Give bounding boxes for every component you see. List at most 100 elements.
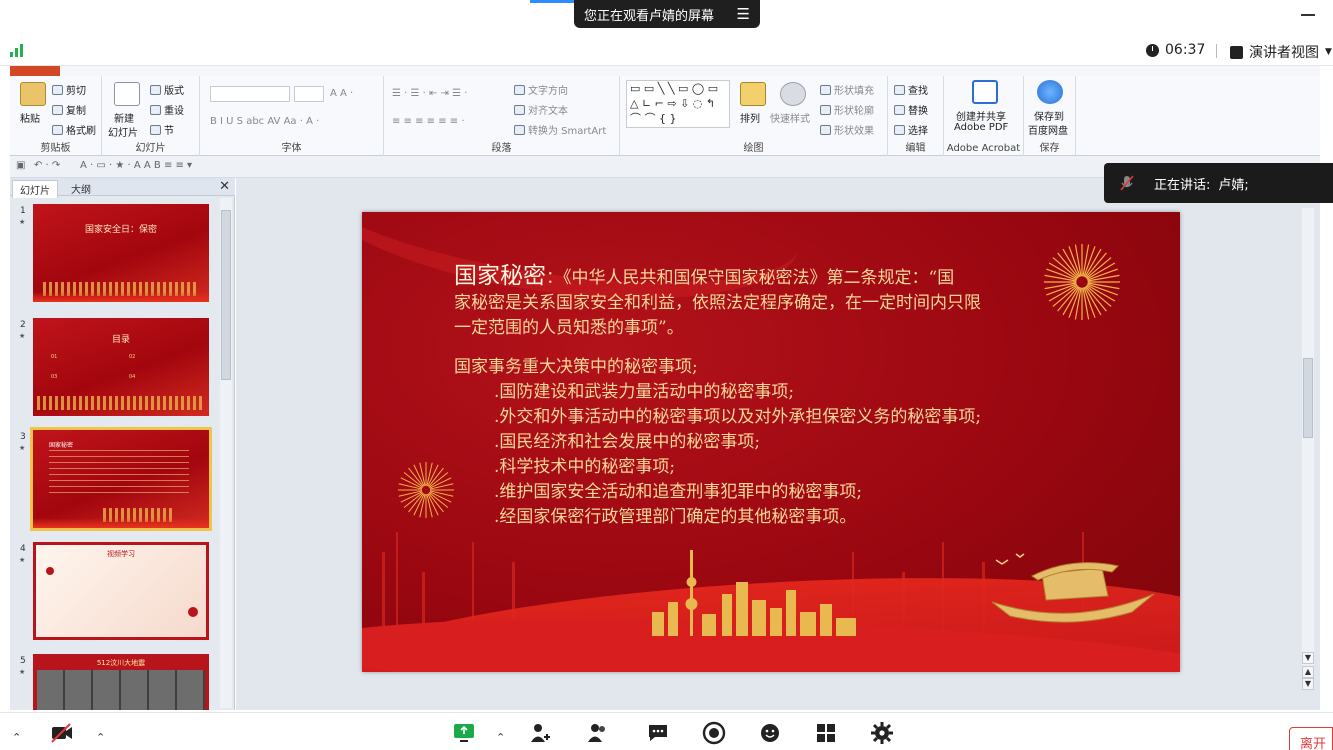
pane-scrollbar[interactable]	[220, 198, 232, 708]
chevron-up-icon[interactable]: ⌃	[496, 731, 505, 744]
share-screen-icon[interactable]	[452, 721, 476, 745]
save-icon[interactable]: ▣	[16, 160, 25, 171]
add-participant-icon[interactable]	[528, 721, 552, 745]
group-label-drawing: 绘图	[743, 143, 764, 154]
group-label-paragraph: 段落	[491, 143, 512, 154]
speaking-label: 正在讲话:	[1154, 177, 1211, 193]
undo-icon[interactable]: ↶ · ↷	[34, 160, 60, 171]
prev-slide-icon[interactable]: ▲	[1302, 666, 1314, 678]
workspace-scrollbar[interactable]: ▼ ▲ ▼	[1302, 208, 1314, 690]
presenter-view-button[interactable]: 演讲者视图 ▼	[1230, 42, 1332, 62]
reactions-icon[interactable]	[758, 721, 782, 745]
new-slide-button-2[interactable]: 幻灯片	[108, 124, 138, 139]
slide-thumbnail-5[interactable]: 512汶川大地震	[33, 654, 209, 710]
save-to-button[interactable]: 保存到	[1034, 108, 1064, 123]
copy-button[interactable]: 复制	[52, 102, 86, 117]
thumbnail-title: 国家安全日：保密	[84, 225, 157, 235]
tab-outline[interactable]: 大纲	[64, 180, 98, 197]
list-buttons[interactable]: ☰ · ☰ · ⇤ ⇥ ☰ ·	[392, 88, 467, 99]
copy-icon	[52, 105, 63, 115]
chat-icon[interactable]	[646, 721, 670, 745]
reset-icon	[150, 105, 161, 115]
group-label-slides: 幻灯片	[135, 143, 166, 154]
star-icon: ★	[19, 218, 26, 226]
pane-tabs: 幻灯片 大纲 ✕	[10, 178, 235, 198]
participants-icon[interactable]	[586, 721, 610, 745]
grow-font-icon[interactable]: A A ·	[330, 88, 353, 99]
reset-button[interactable]: 重设	[150, 102, 184, 117]
scrollbar-thumb[interactable]	[221, 210, 231, 380]
chevron-down-icon: ▼	[1325, 47, 1332, 57]
quick-styles-button[interactable]: 快速样式	[770, 110, 810, 125]
select-button[interactable]: 选择	[894, 122, 928, 137]
slide-thumbnail-3[interactable]: 国家秘密	[30, 427, 212, 531]
scrollbar-thumb[interactable]	[1303, 358, 1313, 438]
signal-strength-icon[interactable]	[10, 44, 26, 57]
font-format-buttons[interactable]: B I U S abc AV Aa · A ·	[210, 116, 319, 127]
arrange-icon[interactable]	[740, 82, 766, 106]
convert-smartart-button[interactable]: 转换为 SmartArt	[514, 122, 606, 137]
tab-file[interactable]	[10, 66, 60, 76]
cut-button[interactable]: 剪切	[52, 82, 86, 97]
paste-button[interactable]: 粘贴	[20, 110, 40, 125]
firework-decoration	[398, 462, 454, 518]
tab-slides[interactable]: 幻灯片	[12, 180, 58, 198]
shape-effects-button[interactable]: 形状效果	[820, 122, 874, 137]
apps-icon[interactable]	[814, 721, 838, 745]
slide-text-body[interactable]: 国家秘密：《中华人民共和国保守国家秘密法》第二条规定：“国 家秘密是关系国家安全…	[454, 264, 1144, 530]
slide-thumbnail-2[interactable]: 目录 01 02 03 04	[33, 318, 209, 416]
text-direction-button[interactable]: 文字方向	[514, 82, 568, 97]
chevron-up-icon[interactable]: ⌃	[96, 731, 105, 744]
arrange-button[interactable]: 排列	[740, 110, 760, 125]
gear-icon[interactable]	[870, 721, 894, 745]
minimize-icon[interactable]	[1301, 14, 1315, 16]
pdf-share-icon[interactable]	[972, 80, 998, 104]
section-button[interactable]: 节	[150, 122, 174, 137]
font-size-field[interactable]	[294, 86, 324, 102]
slides-pane: 幻灯片 大纲 ✕ 1 ★ 国家安全日：保密 2 ★ 目录 01 02 03 04…	[10, 178, 235, 710]
shape-outline-button[interactable]: 形状轮廓	[820, 102, 874, 117]
new-slide-button[interactable]: 新建	[114, 110, 134, 125]
format-painter-button[interactable]: 格式刷	[52, 122, 96, 137]
camera-off-icon[interactable]	[50, 721, 74, 745]
speaker-name: 卢婧;	[1218, 177, 1249, 193]
shape-fill-button[interactable]: 形状填充	[820, 82, 874, 97]
leave-meeting-button[interactable]: 离开	[1289, 727, 1333, 750]
shapes-gallery[interactable]: ▭ ▭ ╲ ╲ ▭ ◯ ▭ △ ∟ ⌐ ⇨ ⇩ ◌ ↰ ⌒ ⌒ { }	[626, 80, 730, 128]
slide-paragraph-line: ：《中华人民共和国保守国家秘密法》第二条规定：“国	[546, 268, 955, 288]
thumbnail-title: 目录	[111, 335, 130, 345]
slide-list-item: .国民经济和社会发展中的秘密事项;	[494, 432, 761, 452]
slide-heading: 国家秘密	[454, 263, 546, 289]
replace-button[interactable]: 替换	[894, 102, 928, 117]
chevron-up-icon[interactable]: ⌃	[12, 731, 21, 744]
next-slide-icon[interactable]: ▼	[1302, 678, 1314, 690]
slide-thumbnail-1[interactable]: 国家安全日：保密	[33, 204, 209, 302]
group-label-editing: 编辑	[905, 143, 926, 154]
quick-styles-icon[interactable]	[780, 82, 806, 106]
align-text-button[interactable]: 对齐文本	[514, 102, 568, 117]
screen-share-banner[interactable]: 您正在观看卢婧的屏幕 ☰	[574, 0, 760, 28]
new-slide-icon[interactable]	[114, 82, 140, 106]
create-share-button[interactable]: 创建并共享	[956, 108, 1006, 123]
slide-list-item: .维护国家安全活动和追查刑事犯罪中的秘密事项;	[494, 482, 863, 502]
scroll-down-icon[interactable]: ▼	[1302, 652, 1314, 664]
cloud-icon[interactable]	[1037, 80, 1063, 104]
ribbon-group-clipboard: 粘贴 剪切 复制 格式刷 剪贴板	[10, 76, 102, 156]
record-icon[interactable]	[702, 721, 726, 745]
font-family-field[interactable]	[210, 86, 290, 102]
current-slide[interactable]: 国家秘密：《中华人民共和国保守国家秘密法》第二条规定：“国 家秘密是关系国家安全…	[362, 212, 1180, 672]
group-label-font: 字体	[281, 143, 302, 154]
skyline-decoration	[37, 396, 205, 410]
layout-button[interactable]: 版式	[150, 82, 184, 97]
baidu-netdisk-button[interactable]: 百度网盘	[1028, 122, 1068, 137]
qat-buttons[interactable]: A · ▭ · ★ · A A B ≡ ≡ ▾	[80, 160, 192, 171]
ribbon-group-editing: 查找 替换 选择 编辑	[888, 76, 944, 156]
align-buttons[interactable]: ≡ ≡ ≡ ≡ ≡ ≡ ·	[392, 116, 465, 127]
paste-icon[interactable]	[20, 82, 46, 106]
menu-icon[interactable]: ☰	[737, 5, 750, 23]
slide-thumbnail-4[interactable]: 视频学习	[33, 542, 209, 640]
close-icon[interactable]: ✕	[219, 179, 230, 194]
adobe-pdf-button[interactable]: Adobe PDF	[954, 122, 1008, 133]
find-button[interactable]: 查找	[894, 82, 928, 97]
ribbon: 粘贴 剪切 复制 格式刷 剪贴板 新建 幻灯片 版式 重设 节 幻灯片 A A …	[10, 76, 1320, 156]
